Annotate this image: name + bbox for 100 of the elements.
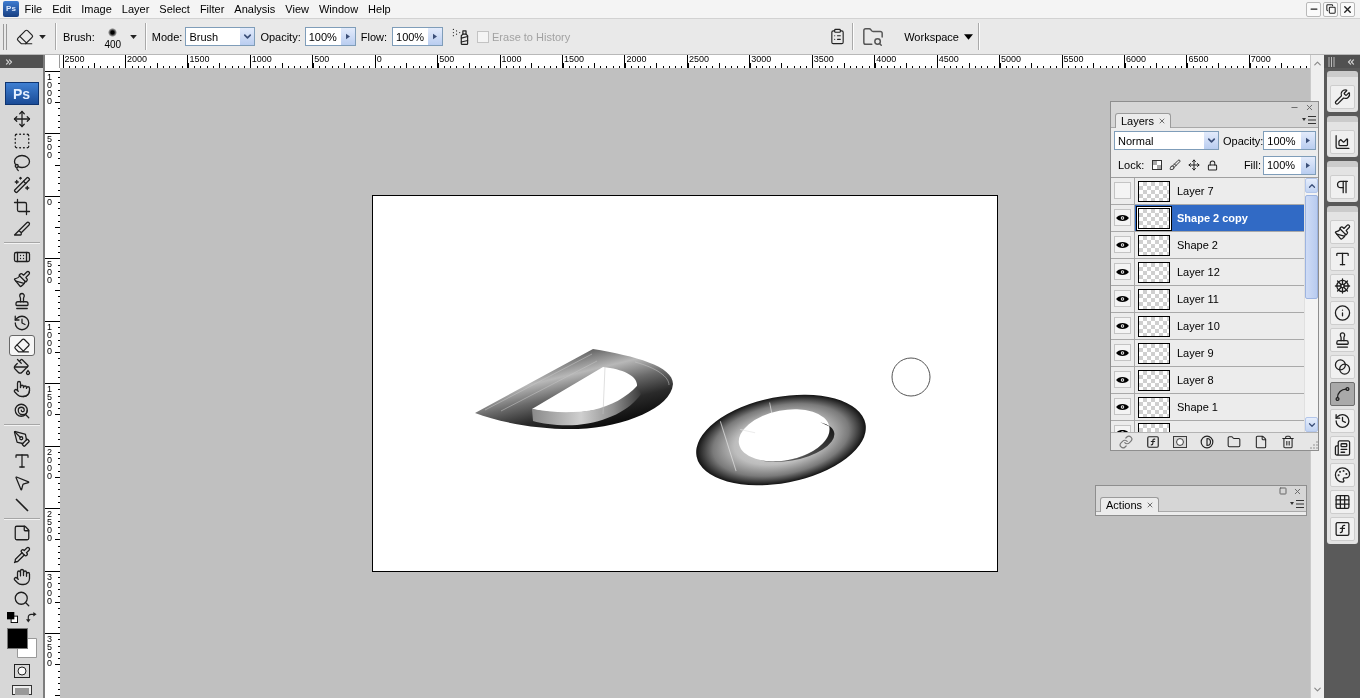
foreground-swatch-icon[interactable] — [6, 628, 28, 649]
stamp-icon[interactable] — [1329, 328, 1355, 352]
menu-item[interactable]: Analysis — [229, 0, 281, 18]
close-icon[interactable] — [1146, 501, 1155, 509]
paintbrush-icon[interactable] — [1169, 159, 1182, 171]
lollipop-icon[interactable] — [12, 402, 31, 420]
magic-wand-icon[interactable] — [12, 176, 31, 194]
default-colors-icon[interactable] — [6, 612, 18, 623]
checkerboard-icon[interactable] — [1152, 160, 1163, 170]
visibility-toggle[interactable] — [1114, 209, 1131, 226]
pen-nib-icon[interactable] — [12, 430, 31, 448]
visibility-toggle[interactable] — [1114, 263, 1131, 280]
overlapping-circles-icon[interactable] — [1329, 355, 1355, 379]
layer-row[interactable]: Layer 7 — [1135, 178, 1304, 204]
area-chart-icon[interactable] — [1329, 130, 1355, 154]
menu-item[interactable]: Help — [363, 0, 396, 18]
paintbrush-icon[interactable] — [12, 270, 31, 288]
layer-row[interactable]: Layer 8 — [1135, 367, 1304, 393]
flow-field[interactable]: 100% — [392, 27, 443, 46]
diagonal-line-icon[interactable] — [12, 496, 31, 514]
double-chevron-icon[interactable] — [4, 56, 14, 67]
grid-icon[interactable] — [1329, 490, 1355, 514]
visibility-toggle[interactable] — [1114, 236, 1131, 253]
layer-row[interactable]: Layer 9 — [1135, 340, 1304, 366]
eraser-icon[interactable] — [16, 27, 34, 46]
stamp-icon[interactable] — [12, 292, 31, 310]
visibility-toggle[interactable] — [1114, 182, 1131, 199]
opacity-field[interactable]: 100% — [1263, 131, 1317, 150]
folder-icon[interactable] — [1227, 434, 1241, 449]
drag-handle-icon[interactable] — [3, 23, 7, 50]
eraser-icon[interactable] — [8, 334, 35, 356]
restore-button[interactable] — [1323, 1, 1338, 17]
menu-item[interactable]: Edit — [47, 0, 77, 18]
dashed-square-icon[interactable] — [12, 132, 31, 150]
close-icon[interactable] — [1293, 486, 1302, 496]
history-icon[interactable] — [1329, 409, 1355, 433]
layer-row[interactable]: Layer 12 — [1135, 259, 1304, 285]
folder-search-icon[interactable] — [862, 25, 885, 48]
wrench-icon[interactable] — [1329, 85, 1355, 109]
function-icon[interactable] — [1146, 434, 1160, 449]
menu-item[interactable]: File — [19, 0, 48, 18]
knife-icon[interactable] — [12, 220, 31, 238]
menu-item[interactable]: View — [280, 0, 314, 18]
opacity-field[interactable]: 100% — [304, 27, 356, 46]
layer-row[interactable]: Shape 2 copy — [1135, 205, 1304, 231]
visibility-toggle[interactable] — [1114, 371, 1131, 388]
move-arrows-icon[interactable] — [1188, 159, 1201, 171]
chevron-down-icon[interactable] — [1305, 417, 1318, 432]
screen-icon[interactable] — [11, 685, 32, 695]
layer-row[interactable]: Layer 11 — [1135, 286, 1304, 312]
padlock-icon[interactable] — [1207, 159, 1219, 171]
info-icon[interactable] — [1329, 301, 1355, 325]
minimize-button[interactable] — [1306, 1, 1321, 17]
layer-row[interactable]: Shape 1 — [1135, 394, 1304, 420]
trash-icon[interactable] — [1281, 434, 1295, 449]
palette-icon[interactable] — [1329, 463, 1355, 487]
layers-scrollbar[interactable] — [1304, 178, 1318, 432]
double-chevron-icon[interactable] — [1346, 56, 1356, 67]
triangle-right-icon[interactable] — [1300, 132, 1316, 149]
menu-item[interactable]: Window — [313, 0, 364, 18]
triangle-right-icon[interactable] — [1300, 156, 1315, 174]
menu-item[interactable]: Select — [154, 0, 195, 18]
lasso-icon[interactable] — [12, 154, 31, 172]
bezier-curve-icon[interactable] — [1329, 382, 1355, 406]
history-icon[interactable] — [12, 314, 31, 332]
visibility-toggle[interactable] — [1114, 398, 1131, 415]
swap-arrows-icon[interactable] — [25, 612, 37, 623]
mode-select[interactable]: Brush — [185, 27, 256, 46]
visibility-toggle[interactable] — [1114, 317, 1131, 334]
triangle-right-icon[interactable] — [427, 28, 442, 45]
actions-tab[interactable]: Actions — [1100, 497, 1160, 512]
grip-icon[interactable] — [1328, 56, 1335, 67]
ship-wheel-icon[interactable] — [1329, 274, 1355, 298]
menu-item[interactable]: Filter — [194, 0, 230, 18]
layers-tab[interactable]: Layers — [1115, 113, 1172, 128]
workspace-button[interactable]: Workspace — [898, 26, 977, 47]
sticky-note-icon[interactable] — [12, 524, 31, 542]
layer-row[interactable]: Shape 2 — [1135, 232, 1304, 258]
magnifier-icon[interactable] — [12, 590, 31, 608]
caret-down-icon[interactable] — [129, 34, 137, 39]
pilcrow-icon[interactable] — [1329, 175, 1355, 199]
layer-row[interactable]: Layer 10 — [1135, 313, 1304, 339]
page-icon[interactable] — [1254, 434, 1268, 449]
text-icon[interactable] — [1329, 247, 1355, 271]
contrast-icon[interactable] — [1200, 434, 1214, 449]
scrollbar-thumb[interactable] — [1305, 195, 1318, 299]
close-icon[interactable] — [1305, 102, 1314, 112]
move-arrows-icon[interactable] — [12, 110, 31, 128]
paint-bucket-icon[interactable] — [12, 358, 31, 376]
fill-field[interactable]: 100% — [1263, 155, 1316, 175]
brush-preset-picker[interactable]: 400 — [100, 27, 125, 50]
spray-can-icon[interactable] — [451, 27, 470, 46]
mask-icon[interactable] — [11, 664, 32, 678]
triangle-right-icon[interactable] — [339, 28, 355, 45]
close-icon[interactable] — [1158, 117, 1167, 125]
menu-item[interactable]: Image — [76, 0, 117, 18]
panel-menu-icon[interactable] — [1302, 115, 1316, 125]
pointing-finger-icon[interactable] — [12, 380, 31, 398]
eyedropper-icon[interactable] — [12, 546, 31, 564]
paintbrush-icon[interactable] — [1329, 220, 1355, 244]
